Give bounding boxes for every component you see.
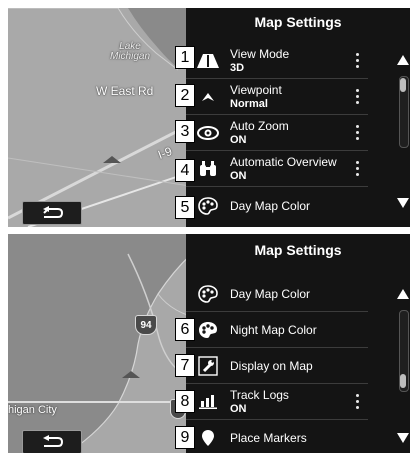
callout-5: 5 xyxy=(175,196,195,219)
back-arrow-icon xyxy=(43,206,64,218)
row-place-markers[interactable]: Place Markers xyxy=(186,420,368,453)
row-value: ON xyxy=(230,133,247,146)
scrollbar-thumb[interactable] xyxy=(400,374,406,388)
row-value: 3D xyxy=(230,61,245,74)
settings-panel: Map Settings View Mode 3D Viewpoint Normal… xyxy=(186,8,410,227)
map-view[interactable]: Lake Michigan W East Rd I-9 xyxy=(8,8,203,227)
map-label-lake: Lake Michigan xyxy=(110,42,150,62)
row-label: Auto Zoom xyxy=(230,118,289,133)
scrollbar-thumb[interactable] xyxy=(400,78,406,92)
map-label-road: W East Rd xyxy=(96,84,154,98)
row-track-logs[interactable]: Track Logs ON xyxy=(186,384,368,419)
map-settings-screen-1: Lake Michigan W East Rd I-9 Map Settings… xyxy=(8,8,410,227)
callout-1: 1 xyxy=(175,46,195,69)
scroll-down-button[interactable] xyxy=(396,196,410,210)
row-value: Normal xyxy=(230,97,268,110)
row-label: Night Map Color xyxy=(230,322,317,337)
more-options-icon[interactable] xyxy=(352,161,362,176)
callout-9: 9 xyxy=(175,426,195,449)
callout-4: 4 xyxy=(175,159,195,182)
row-display-on-map[interactable]: Display on Map xyxy=(186,348,368,383)
callout-7: 7 xyxy=(175,354,195,377)
row-label: View Mode xyxy=(230,46,290,61)
map-view[interactable]: 94 8 higan City xyxy=(8,234,203,453)
row-label: Display on Map xyxy=(230,358,313,373)
panel-title: Map Settings xyxy=(254,14,342,30)
scroll-up-button[interactable] xyxy=(396,53,410,67)
back-button[interactable] xyxy=(22,430,82,453)
map-graphic xyxy=(8,8,203,227)
scroll-up-button[interactable] xyxy=(396,287,410,301)
map-settings-screen-2: 94 8 higan City Map Settings Day Map Col… xyxy=(8,234,410,453)
row-label: Viewpoint xyxy=(230,82,282,97)
callout-3: 3 xyxy=(175,120,195,143)
scroll-up-icon xyxy=(397,55,409,65)
row-automatic-overview[interactable]: Automatic Overview ON xyxy=(186,151,368,186)
scroll-down-icon xyxy=(397,433,409,443)
row-viewpoint[interactable]: Viewpoint Normal xyxy=(186,79,368,114)
scroll-down-icon xyxy=(397,198,409,208)
interstate-shield: 94 xyxy=(135,315,157,335)
callout-8: 8 xyxy=(175,390,195,413)
callout-2: 2 xyxy=(175,84,195,107)
callout-6: 6 xyxy=(175,318,195,341)
row-night-map-color[interactable]: Night Map Color xyxy=(186,312,368,347)
palette-icon xyxy=(186,276,230,311)
panel-title: Map Settings xyxy=(254,242,342,258)
row-label: Day Map Color xyxy=(230,198,311,213)
row-label: Track Logs xyxy=(230,387,289,402)
row-value: ON xyxy=(230,402,247,415)
row-view-mode[interactable]: View Mode 3D xyxy=(186,43,368,78)
more-options-icon[interactable] xyxy=(352,394,362,409)
row-value: ON xyxy=(230,169,247,182)
back-button[interactable] xyxy=(22,201,82,225)
map-graphic xyxy=(8,234,203,453)
back-arrow-icon xyxy=(43,435,64,447)
more-options-icon[interactable] xyxy=(352,89,362,104)
map-label-city: higan City xyxy=(8,404,57,416)
row-auto-zoom[interactable]: Auto Zoom ON xyxy=(186,115,368,150)
more-options-icon[interactable] xyxy=(352,125,362,140)
row-label: Place Markers xyxy=(230,430,307,445)
settings-panel: Map Settings Day Map Color Night Map Col… xyxy=(186,234,410,453)
row-label: Automatic Overview xyxy=(230,154,337,169)
row-day-map-color[interactable]: Day Map Color xyxy=(186,188,368,223)
lake-label-line2: Michigan xyxy=(110,51,151,62)
scroll-up-icon xyxy=(397,289,409,299)
row-label: Day Map Color xyxy=(230,286,311,301)
row-day-map-color[interactable]: Day Map Color xyxy=(186,276,368,311)
more-options-icon[interactable] xyxy=(352,53,362,68)
scroll-down-button[interactable] xyxy=(396,431,410,445)
